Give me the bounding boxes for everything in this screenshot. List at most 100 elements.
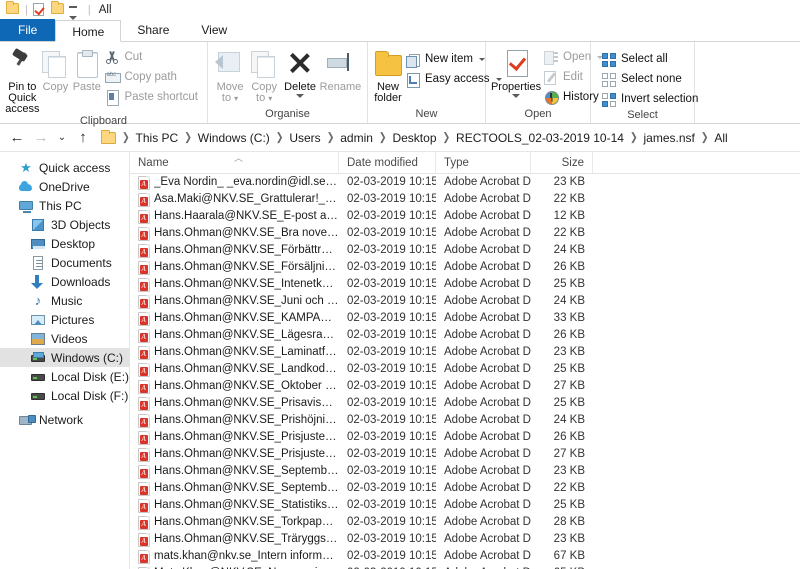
select-all-label: Select all — [621, 53, 668, 65]
table-row[interactable]: A Hans.Ohman@NKV.SE_Oktober 2005_4-1... 02… — [130, 378, 800, 395]
sidebar-item-documents[interactable]: Documents — [0, 253, 129, 272]
file-name-cell: A Hans.Ohman@NKV.SE_September_30-9-... — [130, 480, 339, 497]
pin-to-quick-access-button[interactable]: Pin to Quick access — [5, 45, 40, 115]
breadcrumb-item-this-pc[interactable]: This PC — [134, 131, 181, 145]
select-all-button[interactable]: Select all — [600, 49, 702, 69]
new-folder-button[interactable]: New folder — [373, 45, 403, 104]
new-folder-icon[interactable] — [50, 1, 65, 17]
table-row[interactable]: A Hans.Ohman@NKV.SE_Lägesrapport 28 ... 02… — [130, 327, 800, 344]
file-name-cell: A Hans.Ohman@NKV.SE_Försäljning_1-12-... — [130, 259, 339, 276]
rename-button[interactable]: Rename — [319, 45, 362, 93]
properties-button[interactable]: Properties — [491, 45, 541, 98]
copy-button[interactable]: Copy — [40, 45, 71, 93]
delete-dropdown-caret-icon[interactable] — [296, 94, 305, 98]
tab-share[interactable]: Share — [121, 19, 185, 41]
table-row[interactable]: A Hans.Ohman@NKV.SE_KAMPANJJER SÄL... 02-0… — [130, 310, 800, 327]
sidebar-item-desktop[interactable]: Desktop — [0, 234, 129, 253]
sidebar-item-videos[interactable]: Videos — [0, 329, 129, 348]
breadcrumb[interactable]: ❯ This PC ❯ Windows (C:) ❯ Users ❯ admin… — [96, 127, 794, 149]
cut-label: Cut — [124, 51, 143, 63]
copy-path-button[interactable]: Copy path — [102, 67, 202, 87]
sidebar-item-network[interactable]: Network — [0, 410, 129, 429]
breadcrumb-item-admin[interactable]: admin — [338, 131, 375, 145]
table-row[interactable]: A Hans.Ohman@NKV.SE_Intenetkunder_14... 02… — [130, 276, 800, 293]
sidebar-item-local-disk-f[interactable]: Local Disk (F:) — [0, 386, 129, 405]
new-item-caret-icon[interactable] — [478, 57, 485, 61]
breadcrumb-item-desktop[interactable]: Desktop — [390, 131, 438, 145]
table-row[interactable]: A Asa.Maki@NKV.SE_Grattulerar!_27-9-200..… — [130, 191, 800, 208]
breadcrumb-folder-icon — [101, 129, 116, 144]
breadcrumb-item-users[interactable]: Users — [287, 131, 322, 145]
file-date-cell: 02-03-2019 10:15 — [347, 516, 436, 528]
file-date-cell: 02-03-2019 10:15 — [347, 431, 436, 443]
table-row[interactable]: A Hans.Ohman@NKV.SE_Statistiksamman... 02-… — [130, 497, 800, 514]
sidebar-item-3d-objects[interactable]: 3D Objects — [0, 215, 129, 234]
table-row[interactable]: A _Eva Nordin_ _eva.nordin@idl.se__JÄTTE.… — [130, 174, 800, 191]
table-row[interactable]: A Hans.Ohman@NKV.SE_Prisjustering Xero...… — [130, 429, 800, 446]
table-row[interactable]: A Hans.Ohman@NKV.SE_Landkod_ 900 oc... 02-… — [130, 361, 800, 378]
rename-label: Rename — [319, 81, 362, 93]
table-row[interactable]: AMats.Khan@NKV.SE_Ny organisation_17-...… — [130, 565, 800, 569]
properties-check-icon[interactable] — [32, 3, 47, 17]
table-row[interactable]: A Hans.Ohman@NKV.SE_Träryggspärmar_... 02-… — [130, 531, 800, 548]
column-header-type[interactable]: Type — [436, 152, 531, 174]
ribbon-group-label-open: Open — [524, 108, 552, 120]
breadcrumb-item-windows-c[interactable]: Windows (C:) — [196, 131, 272, 145]
tab-view[interactable]: View — [185, 19, 243, 41]
table-row[interactable]: A Hans.Ohman@NKV.SE_Laminatfickor_21... 02… — [130, 344, 800, 361]
file-name-cell: A Hans.Ohman@NKV.SE_September 2005_... — [130, 463, 339, 480]
file-type-cell: Adobe Acrobat D... — [444, 465, 531, 477]
pin-to-quick-access-label: Pin to Quick access — [5, 81, 40, 115]
folder-icon[interactable] — [6, 1, 20, 17]
sidebar-item-label: Quick access — [39, 160, 111, 175]
cut-button[interactable]: Cut — [102, 47, 202, 67]
table-row[interactable]: A Hans.Ohman@NKV.SE_Bra november - t... 02… — [130, 225, 800, 242]
file-name-label: _Eva Nordin_ _eva.nordin@idl.se__JÄTTE..… — [154, 176, 339, 188]
file-date-cell: 02-03-2019 10:15 — [347, 550, 436, 562]
properties-icon — [501, 49, 531, 79]
up-arrow-icon[interactable]: ↑ — [72, 127, 94, 149]
column-header-name[interactable]: Name ︿ — [130, 152, 339, 174]
sidebar-item-this-pc[interactable]: This PC — [0, 196, 129, 215]
breadcrumb-item-all[interactable]: All — [712, 131, 729, 145]
sidebar-item-downloads[interactable]: Downloads — [0, 272, 129, 291]
breadcrumb-item-rectools[interactable]: RECTOOLS_02-03-2019 10-14 — [454, 131, 626, 145]
breadcrumb-item-james-nsf[interactable]: james.nsf — [641, 131, 696, 145]
paste-button[interactable]: Paste — [71, 45, 102, 93]
move-to-button[interactable]: Move to ▾ — [213, 45, 247, 104]
table-row[interactable]: A Hans.Ohman@NKV.SE_Torkpapper_15-1... 02-… — [130, 514, 800, 531]
customize-dropdown-icon[interactable] — [68, 3, 83, 20]
table-row[interactable]: A Hans.Ohman@NKV.SE_Juni och senaste ... 0… — [130, 293, 800, 310]
copy-to-button[interactable]: Copy to ▾ — [247, 45, 281, 104]
table-row[interactable]: A Hans.Ohman@NKV.SE_September 2005_... 02-… — [130, 463, 800, 480]
invert-selection-button[interactable]: Invert selection — [600, 89, 702, 109]
table-row[interactable]: A Hans.Ohman@NKV.SE_Prishöjningar_6-4... 0… — [130, 412, 800, 429]
copy-path-label: Copy path — [124, 71, 177, 83]
sidebar-item-pictures[interactable]: Pictures — [0, 310, 129, 329]
table-row[interactable]: A Hans.Haarala@NKV.SE_E-post avisering_..… — [130, 208, 800, 225]
back-arrow-icon[interactable]: ← — [6, 127, 28, 149]
file-date-cell: 02-03-2019 10:15 — [347, 261, 436, 273]
sidebar-item-windows-c[interactable]: Windows (C:) — [0, 348, 129, 367]
sidebar-item-onedrive[interactable]: OneDrive — [0, 177, 129, 196]
select-none-button[interactable]: Select none — [600, 69, 702, 89]
recent-locations-chevron-down-icon[interactable]: ⌄ — [54, 127, 70, 149]
paste-shortcut-button[interactable]: Paste shortcut — [102, 87, 202, 107]
sidebar-item-local-disk-e[interactable]: Local Disk (E:) — [0, 367, 129, 386]
column-header-date-modified[interactable]: Date modified — [339, 152, 436, 174]
tab-file[interactable]: File — [0, 19, 56, 41]
sidebar-item-quick-access[interactable]: ★ Quick access — [0, 158, 129, 177]
delete-button[interactable]: Delete — [281, 45, 319, 98]
table-row[interactable]: A Hans.Ohman@NKV.SE_Förbättrad infor... 02… — [130, 242, 800, 259]
table-row[interactable]: A Hans.Ohman@NKV.SE_September_30-9-... 02-… — [130, 480, 800, 497]
table-row[interactable]: A Hans.Ohman@NKV.SE_Försäljning_1-12-... 0… — [130, 259, 800, 276]
breadcrumb-separator: ❯ — [275, 130, 284, 143]
column-header-size[interactable]: Size — [531, 152, 593, 174]
tab-home[interactable]: Home — [55, 20, 122, 42]
properties-caret-icon[interactable] — [512, 94, 520, 98]
forward-arrow-icon[interactable]: → — [30, 127, 52, 149]
table-row[interactable]: A Hans.Ohman@NKV.SE_Prisjusteringar pe...… — [130, 446, 800, 463]
table-row[interactable]: Amats.khan@nkv.se_Intern information_7-.… — [130, 548, 800, 565]
table-row[interactable]: A Hans.Ohman@NKV.SE_Prisavisering pap... 0… — [130, 395, 800, 412]
sidebar-item-music[interactable]: ♪ Music — [0, 291, 129, 310]
